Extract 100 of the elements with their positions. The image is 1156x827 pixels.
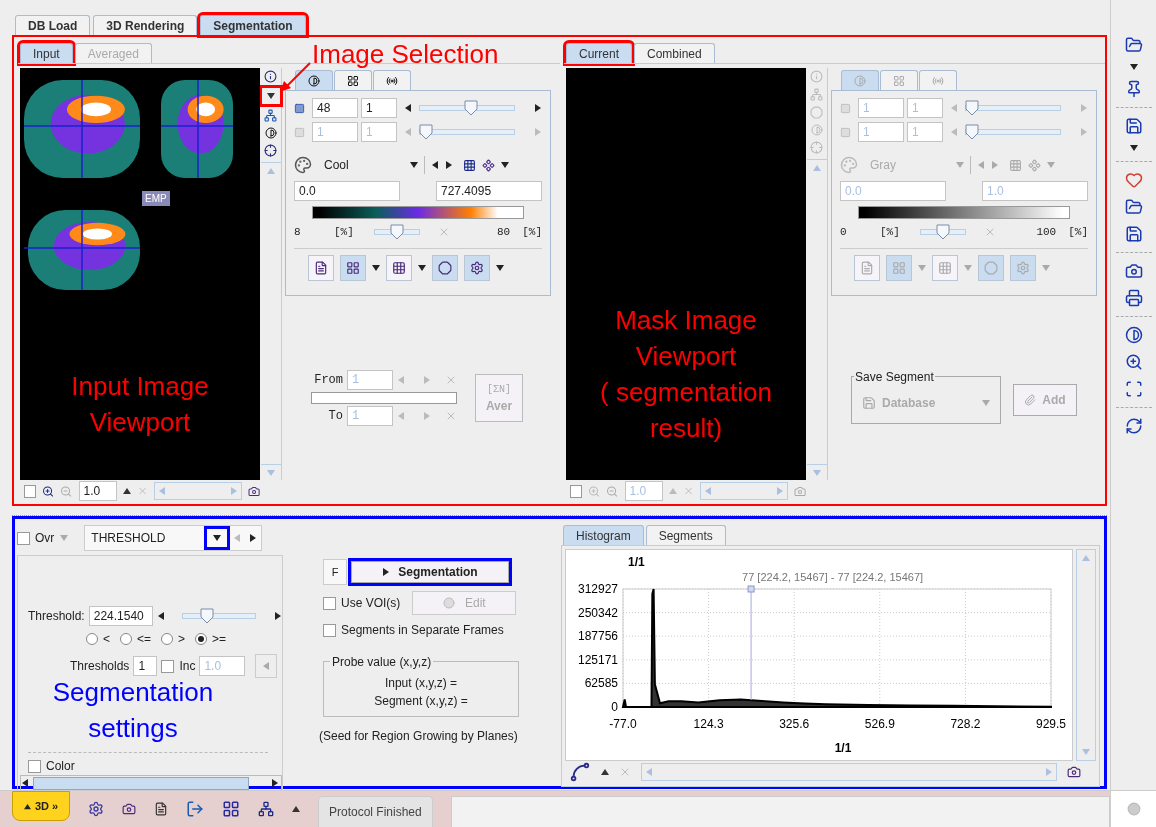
tool-button[interactable]	[386, 255, 412, 281]
exit-icon[interactable]	[186, 800, 204, 818]
tab[interactable]: 3D Rendering	[93, 15, 198, 35]
close-icon[interactable]	[619, 766, 631, 778]
image-viewport[interactable]: EMP Input Image Viewport	[20, 68, 260, 480]
dropdown-icon[interactable]	[1129, 63, 1138, 71]
zoom-out-icon[interactable]	[60, 484, 73, 498]
camera-icon[interactable]	[122, 802, 136, 816]
grid-icon[interactable]	[463, 158, 476, 172]
method-dropdown[interactable]: THRESHOLD	[84, 525, 263, 551]
info-icon[interactable]	[264, 70, 277, 83]
refresh-icon[interactable]	[1124, 417, 1143, 435]
crosshair-icon[interactable]	[264, 144, 277, 157]
scrollbar-thumb[interactable]	[33, 776, 249, 790]
camera-icon[interactable]	[247, 484, 260, 498]
tool-button[interactable]	[340, 255, 366, 281]
next-icon[interactable]	[274, 612, 282, 620]
next-icon[interactable]	[445, 161, 453, 169]
segmentation-button[interactable]: Segmentation	[351, 561, 509, 583]
threshold-field[interactable]: 224.1540	[88, 606, 153, 626]
camera-icon[interactable]	[1067, 765, 1081, 779]
scrollbar[interactable]	[1076, 549, 1096, 761]
tab[interactable]: Segmentation	[200, 15, 306, 35]
printer-icon[interactable]	[1124, 289, 1143, 307]
radio-button[interactable]: <=	[120, 630, 152, 648]
checkbox[interactable]: Color	[28, 757, 282, 775]
folder-open-icon[interactable]	[1124, 36, 1143, 54]
tab[interactable]	[373, 70, 411, 90]
scrollbar[interactable]	[699, 482, 788, 500]
slider[interactable]	[181, 608, 256, 624]
dropdown-icon[interactable]	[496, 264, 504, 272]
zoom-in-icon[interactable]	[1124, 353, 1143, 371]
save-icon[interactable]	[1124, 117, 1143, 135]
dropdown-icon[interactable]	[1129, 144, 1138, 152]
scrollbar[interactable]	[153, 482, 242, 500]
close-icon[interactable]	[445, 410, 457, 422]
marker-line[interactable]	[747, 585, 755, 701]
slider-thumb[interactable]	[390, 224, 404, 240]
close-icon[interactable]	[438, 226, 450, 238]
camera-icon[interactable]	[1124, 262, 1143, 280]
slider[interactable]	[419, 124, 515, 140]
zoom-out-icon[interactable]	[606, 484, 619, 498]
layout-icon[interactable]	[222, 800, 240, 818]
checkbox[interactable]: Ovr	[17, 529, 55, 547]
max-field[interactable]: 727.4095	[436, 181, 542, 201]
number-field[interactable]: 48	[312, 98, 358, 118]
frame-range-bar[interactable]	[311, 392, 457, 404]
tab[interactable]: DB Load	[15, 15, 91, 35]
line-chart-icon[interactable]	[569, 761, 591, 783]
tool-button[interactable]	[308, 255, 334, 281]
dropdown-icon[interactable]	[372, 264, 380, 272]
close-icon[interactable]	[445, 374, 457, 386]
thresholds-field[interactable]: 1	[133, 656, 158, 676]
tab[interactable]	[295, 70, 333, 90]
slider-thumb[interactable]	[199, 608, 214, 624]
scroll-button[interactable]	[255, 654, 278, 678]
scrollbar[interactable]	[641, 763, 1057, 781]
up-arrow-icon[interactable]	[601, 768, 609, 776]
heart-icon[interactable]	[1124, 171, 1143, 189]
checkbox[interactable]	[24, 484, 37, 498]
radio-button[interactable]: >	[161, 630, 186, 648]
contrast-icon[interactable]	[1124, 326, 1143, 344]
min-field[interactable]: 0.0	[294, 181, 400, 201]
checkbox[interactable]: Use VOI(s)	[323, 594, 401, 612]
colorbar[interactable]	[312, 206, 524, 219]
folder-open-icon[interactable]	[1124, 198, 1143, 216]
tab[interactable]: Segments	[645, 525, 726, 545]
frame-button[interactable]: F	[323, 559, 347, 585]
dropdown-icon[interactable]	[418, 264, 426, 272]
scrollbar[interactable]	[20, 775, 282, 791]
fit-icon[interactable]	[1124, 380, 1143, 398]
checkbox[interactable]: Inc	[161, 657, 196, 675]
tool-button[interactable]	[432, 255, 458, 281]
checkbox[interactable]: Segments in Separate Frames	[323, 621, 561, 639]
image-selector-button[interactable]	[261, 88, 280, 104]
zoom-field[interactable]: 1.0	[78, 481, 117, 501]
dropdown-icon[interactable]	[213, 534, 222, 542]
previous-icon[interactable]	[431, 161, 439, 169]
dropdown-icon[interactable]	[266, 92, 275, 100]
tab[interactable]	[334, 70, 372, 90]
previous-icon[interactable]	[404, 104, 412, 112]
next-icon[interactable]	[534, 104, 542, 112]
slider[interactable]	[419, 100, 515, 116]
dropdown-icon[interactable]	[501, 161, 509, 169]
step-field[interactable]: 1	[361, 98, 397, 118]
circle-icon[interactable]	[1126, 802, 1141, 816]
next-icon[interactable]	[249, 534, 258, 542]
network-icon[interactable]	[264, 109, 277, 122]
slider-thumb[interactable]	[464, 100, 479, 116]
zoom-in-icon[interactable]	[42, 484, 55, 498]
radio-button[interactable]: <	[86, 630, 110, 648]
tab[interactable]: Input	[20, 43, 73, 63]
up-arrow-icon[interactable]	[292, 805, 300, 813]
save-icon[interactable]	[1124, 225, 1143, 243]
contrast-icon[interactable]	[264, 127, 277, 139]
tool-button[interactable]	[464, 255, 490, 281]
mode-button[interactable]: 3D »	[12, 791, 70, 821]
document-icon[interactable]	[154, 802, 168, 816]
colormap-name[interactable]: Cool	[318, 156, 404, 174]
component-icon[interactable]	[482, 158, 495, 172]
